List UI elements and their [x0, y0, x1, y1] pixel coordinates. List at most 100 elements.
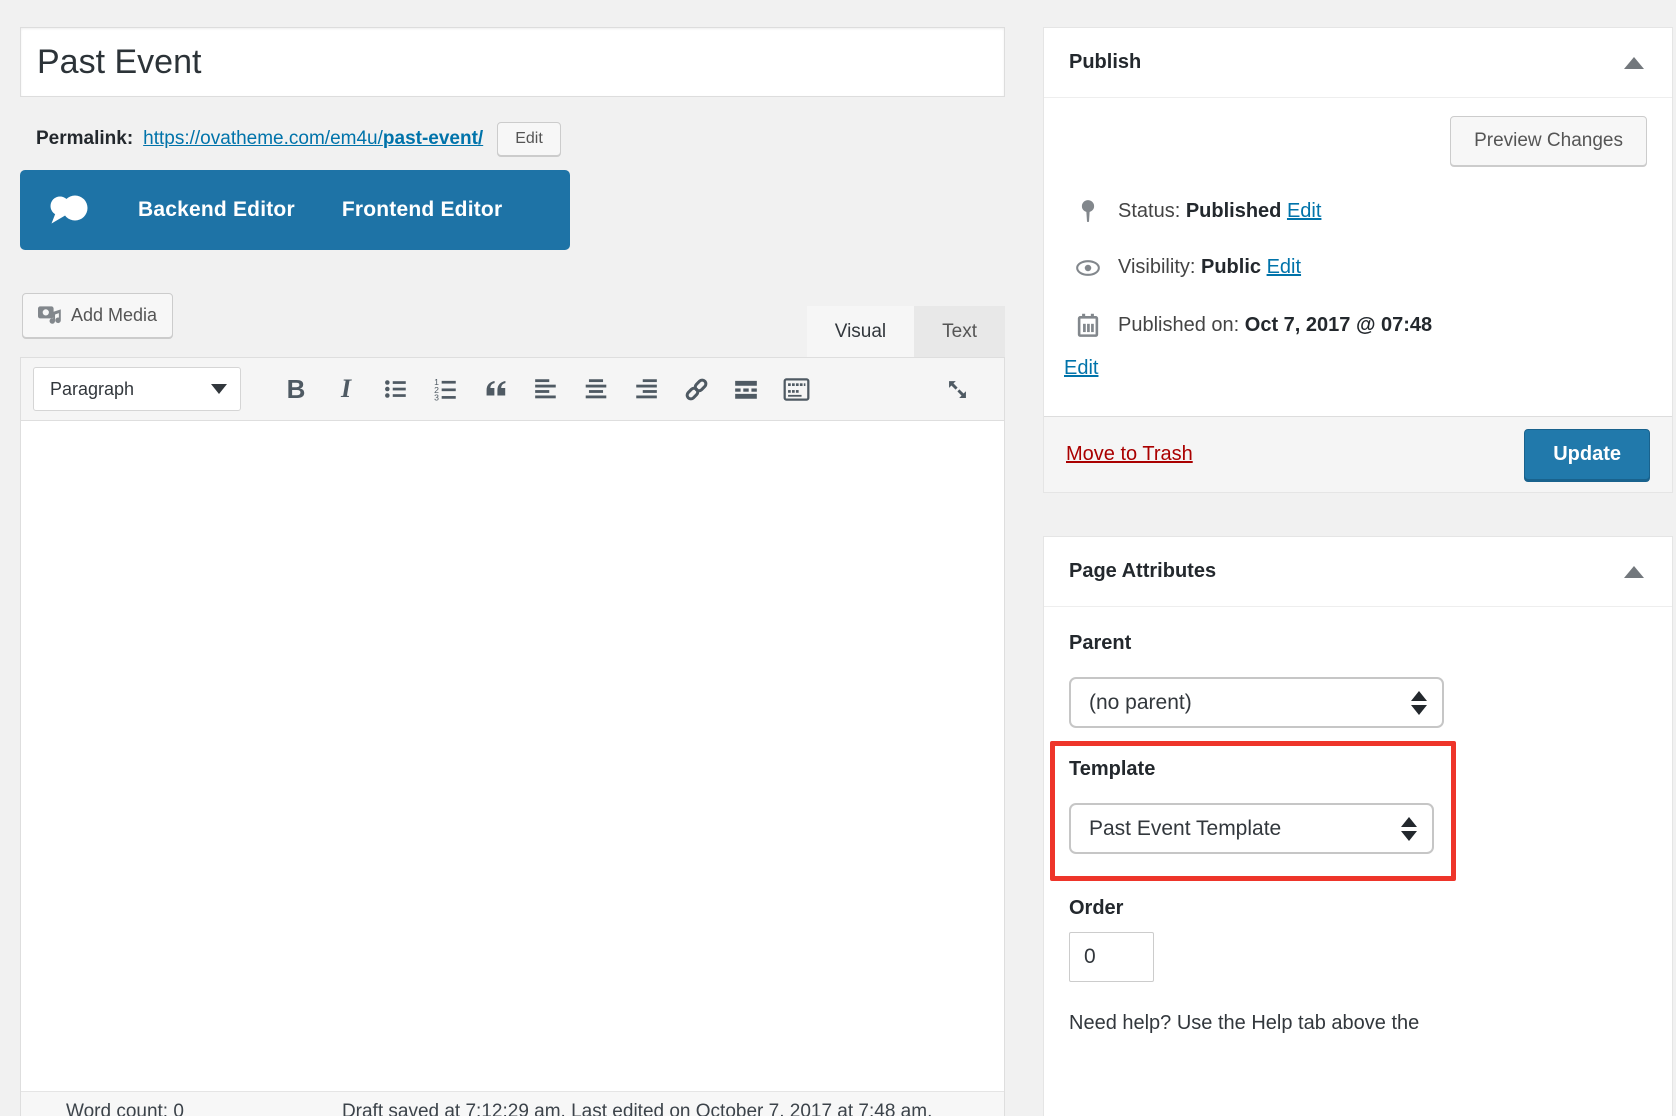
published-on-value: Oct 7, 2017 @ 07:48	[1245, 314, 1432, 336]
visibility-value: Public	[1201, 256, 1261, 278]
template-select[interactable]: Past Event Template	[1069, 803, 1434, 854]
collapse-icon[interactable]	[1624, 566, 1644, 578]
calendar-icon	[1075, 312, 1101, 338]
wpbakery-logo-icon	[47, 192, 91, 228]
chevron-down-icon	[211, 384, 227, 394]
permalink-url-plain: https://ovatheme.com/em4u/	[143, 128, 383, 149]
insert-link-button[interactable]	[671, 366, 721, 412]
parent-select-value: (no parent)	[1089, 691, 1192, 715]
page-attributes-title: Page Attributes	[1069, 560, 1216, 583]
update-button[interactable]: Update	[1524, 429, 1650, 480]
read-more-icon	[733, 376, 759, 402]
align-right-button[interactable]	[621, 366, 671, 412]
editor-frame: Paragraph B I 1	[20, 357, 1005, 1116]
select-arrows-icon	[1411, 691, 1427, 715]
bold-icon: B	[287, 374, 306, 405]
permalink-edit-button[interactable]: Edit	[497, 122, 561, 156]
toolbar-toggle-icon	[783, 376, 810, 403]
wpbakery-bar: Backend Editor Frontend Editor	[20, 170, 570, 250]
tab-visual[interactable]: Visual	[807, 306, 914, 357]
fullscreen-button[interactable]	[932, 366, 982, 412]
blockquote-button[interactable]	[471, 366, 521, 412]
help-text: Need help? Use the Help tab above the	[1069, 1012, 1647, 1035]
align-right-icon	[633, 376, 659, 402]
status-text: Status: Published Edit	[1118, 200, 1321, 223]
published-on-text: Published on: Oct 7, 2017 @ 07:48	[1118, 314, 1432, 337]
status-row: Status: Published Edit	[1064, 199, 1647, 223]
pin-icon	[1075, 199, 1101, 223]
align-center-button[interactable]	[571, 366, 621, 412]
align-center-icon	[583, 376, 609, 402]
draft-saved-info: Draft saved at 7:12:29 am. Last edited o…	[342, 1101, 932, 1116]
read-more-button[interactable]	[721, 366, 771, 412]
frontend-editor-button[interactable]: Frontend Editor	[342, 198, 502, 222]
published-on-edit-link[interactable]: Edit	[1064, 357, 1098, 380]
template-label: Template	[1069, 758, 1451, 781]
main-column: Permalink: https://ovatheme.com/em4u/pas…	[20, 27, 1005, 1116]
link-icon	[683, 376, 710, 403]
parent-label: Parent	[1069, 632, 1647, 655]
paragraph-format-value: Paragraph	[50, 379, 134, 400]
publish-panel-body: Preview Changes Status: Published Edit	[1044, 98, 1672, 416]
sidebar: Publish Preview Changes Status: Publishe…	[1043, 27, 1673, 1116]
status-edit-link[interactable]: Edit	[1287, 200, 1321, 222]
backend-editor-button[interactable]: Backend Editor	[138, 198, 295, 222]
tab-text[interactable]: Text	[914, 306, 1005, 357]
preview-changes-button[interactable]: Preview Changes	[1450, 116, 1647, 166]
editor-statusbar: Word count: 0 Draft saved at 7:12:29 am.…	[21, 1091, 1004, 1116]
page-attributes-body: Parent (no parent) Template Past Event T…	[1044, 607, 1672, 1116]
word-count: Word count: 0	[66, 1101, 184, 1116]
select-arrows-icon	[1401, 817, 1417, 841]
publish-panel-title: Publish	[1069, 51, 1141, 74]
italic-icon: I	[341, 374, 351, 404]
align-left-button[interactable]	[521, 366, 571, 412]
numbered-list-icon: 1 2 3	[433, 376, 459, 402]
visibility-label: Visibility:	[1118, 256, 1195, 278]
visibility-text: Visibility: Public Edit	[1118, 256, 1301, 279]
order-input[interactable]	[1069, 932, 1154, 982]
italic-button[interactable]: I	[321, 366, 371, 412]
page-attributes-panel: Page Attributes Parent (no parent) Templ…	[1043, 536, 1673, 1116]
numbered-list-button[interactable]: 1 2 3	[421, 366, 471, 412]
eye-icon	[1075, 258, 1101, 278]
paragraph-format-select[interactable]: Paragraph	[33, 367, 241, 411]
publish-panel-header[interactable]: Publish	[1044, 28, 1672, 98]
editor-content-area[interactable]	[21, 421, 1004, 1091]
status-label: Status:	[1118, 200, 1180, 222]
page-attributes-header[interactable]: Page Attributes	[1044, 537, 1672, 607]
permalink-label: Permalink:	[36, 128, 133, 150]
fullscreen-icon	[944, 376, 971, 403]
move-to-trash-link[interactable]: Move to Trash	[1066, 443, 1193, 466]
order-label: Order	[1069, 897, 1647, 920]
editor-top-row: Add Media Visual Text	[20, 293, 1005, 357]
visibility-row: Visibility: Public Edit	[1064, 256, 1647, 279]
template-select-value: Past Event Template	[1089, 817, 1281, 841]
svg-text:3: 3	[434, 392, 439, 402]
published-on-label: Published on:	[1118, 314, 1239, 336]
add-media-label: Add Media	[71, 305, 157, 326]
bold-button[interactable]: B	[271, 366, 321, 412]
permalink-link[interactable]: https://ovatheme.com/em4u/past-event/	[143, 128, 483, 150]
add-media-button[interactable]: Add Media	[22, 293, 173, 338]
add-media-icon	[38, 304, 62, 328]
bulleted-list-button[interactable]	[371, 366, 421, 412]
collapse-icon[interactable]	[1624, 57, 1644, 69]
toolbar-toggle-button[interactable]	[771, 366, 821, 412]
permalink-row: Permalink: https://ovatheme.com/em4u/pas…	[36, 119, 1005, 159]
editor: Add Media Visual Text Paragraph B I	[20, 293, 1005, 1116]
wordpress-edit-page: Permalink: https://ovatheme.com/em4u/pas…	[0, 0, 1676, 1116]
publish-panel-footer: Move to Trash Update	[1044, 416, 1672, 492]
editor-tabs: Visual Text	[807, 306, 1005, 357]
visibility-edit-link[interactable]: Edit	[1267, 256, 1301, 278]
parent-select[interactable]: (no parent)	[1069, 677, 1444, 728]
published-on-row: Published on: Oct 7, 2017 @ 07:48	[1064, 312, 1647, 338]
post-title-input[interactable]	[20, 27, 1005, 97]
publish-panel: Publish Preview Changes Status: Publishe…	[1043, 27, 1673, 493]
align-left-icon	[533, 376, 559, 402]
permalink-url-slug: past-event/	[383, 128, 483, 149]
bulleted-list-icon	[383, 376, 409, 402]
template-highlight-box: Template Past Event Template	[1050, 741, 1456, 881]
status-value: Published	[1186, 200, 1282, 222]
editor-toolbar: Paragraph B I 1	[21, 358, 1004, 421]
blockquote-icon	[483, 376, 509, 402]
